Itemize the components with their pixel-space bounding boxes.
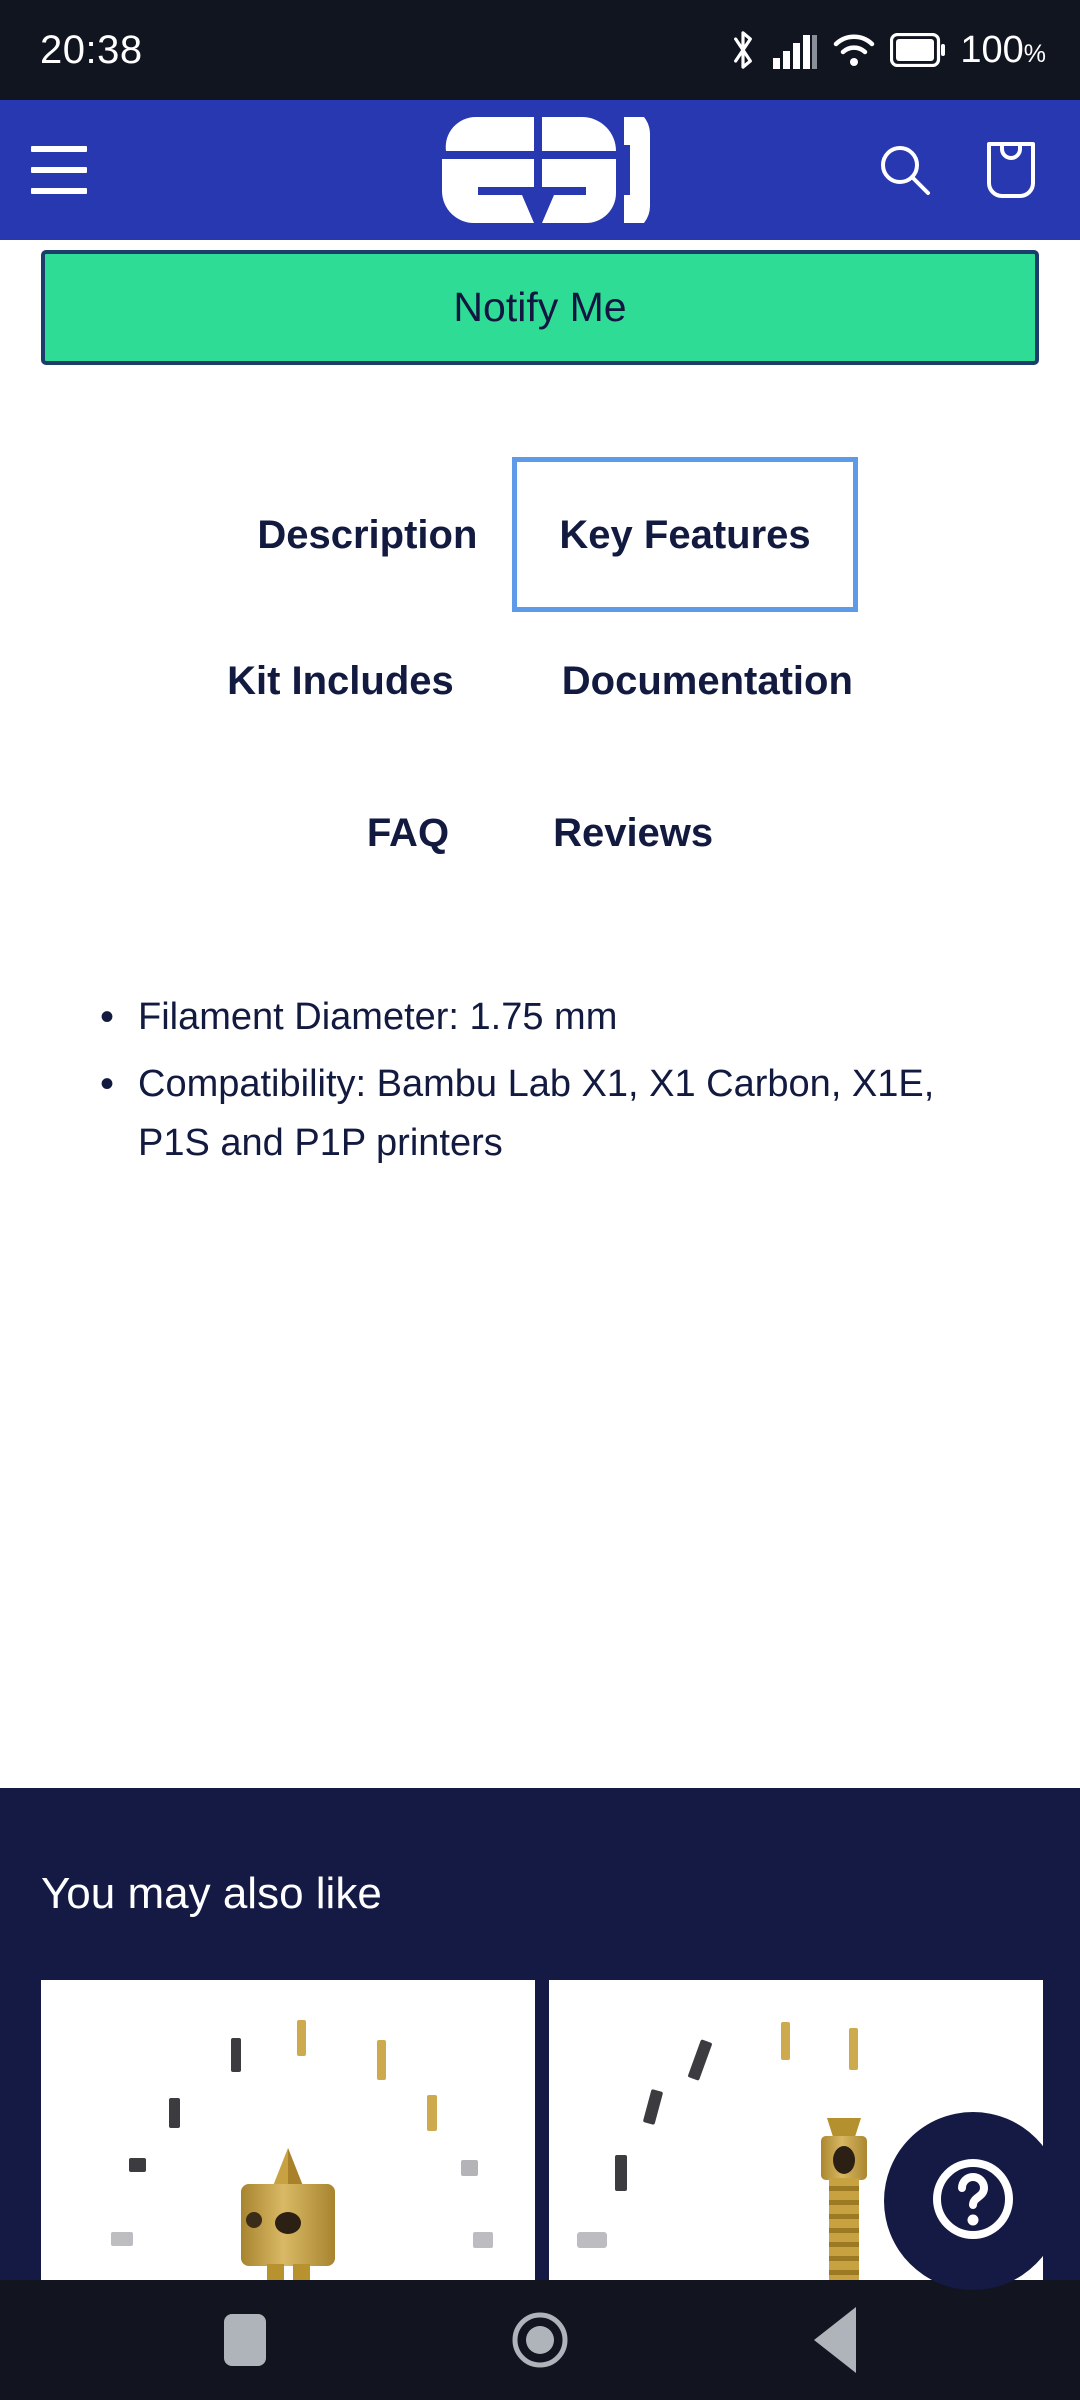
battery-icon: [890, 33, 946, 67]
phone-screen: 20:38 100% Notify Me Description Key Fea…: [0, 0, 1080, 2400]
circle-home-icon[interactable]: [495, 2295, 585, 2385]
question-mark-circle-icon: [925, 2151, 1021, 2252]
notify-section: Notify Me: [0, 240, 1080, 365]
tab-kit-includes[interactable]: Kit Includes: [192, 634, 489, 728]
list-item: Compatibility: Bambu Lab X1, X1 Carbon, …: [94, 1053, 1016, 1173]
tab-reviews[interactable]: Reviews: [518, 786, 748, 880]
wifi-icon: [832, 31, 876, 69]
product-card[interactable]: [41, 1980, 535, 2280]
hamburger-line: [31, 167, 87, 173]
tab-row-secondary: Kit Includes Documentation: [60, 634, 1020, 728]
status-bar: 20:38 100%: [0, 0, 1080, 100]
status-clock: 20:38: [40, 28, 143, 72]
system-navigation-bar: [0, 2280, 1080, 2400]
product-image: [41, 1980, 535, 2280]
search-icon[interactable]: [874, 139, 936, 201]
back-glyph: [814, 2307, 856, 2373]
cellular-signal-icon: [772, 30, 818, 70]
product-info-tabs: Description Key Features Kit Includes Do…: [0, 365, 1080, 880]
triangle-back-icon[interactable]: [790, 2295, 880, 2385]
recommendations-title: You may also like: [41, 1869, 382, 1918]
e3d-logo[interactable]: [430, 115, 651, 230]
recents-glyph: [224, 2314, 266, 2366]
tab-faq[interactable]: FAQ: [332, 786, 484, 880]
hamburger-line: [31, 188, 87, 194]
header-actions: [874, 139, 1042, 201]
recommendations-section: You may also like: [0, 1788, 1080, 2290]
status-icon-group: 100%: [728, 28, 1046, 72]
tab-documentation[interactable]: Documentation: [527, 634, 888, 728]
help-fab-button[interactable]: [884, 2112, 1062, 2290]
bluetooth-icon: [728, 28, 758, 72]
notify-me-button[interactable]: Notify Me: [41, 250, 1039, 365]
list-item: Filament Diameter: 1.75 mm: [94, 986, 1016, 1048]
tab-row-tertiary: FAQ Reviews: [60, 786, 1020, 880]
tab-description[interactable]: Description: [222, 488, 512, 582]
square-recents-icon[interactable]: [200, 2295, 290, 2385]
tab-row-primary: Description Key Features: [60, 457, 1020, 612]
feature-bullet-list: Filament Diameter: 1.75 mm Compatibility…: [94, 986, 1016, 1173]
battery-percentage: 100%: [960, 29, 1046, 71]
tab-key-features[interactable]: Key Features: [512, 457, 858, 612]
key-features-panel: Filament Diameter: 1.75 mm Compatibility…: [0, 880, 1080, 1788]
shopping-bag-icon[interactable]: [980, 139, 1042, 201]
app-header: [0, 100, 1080, 240]
hamburger-menu-icon[interactable]: [26, 137, 92, 203]
hamburger-line: [31, 146, 87, 152]
